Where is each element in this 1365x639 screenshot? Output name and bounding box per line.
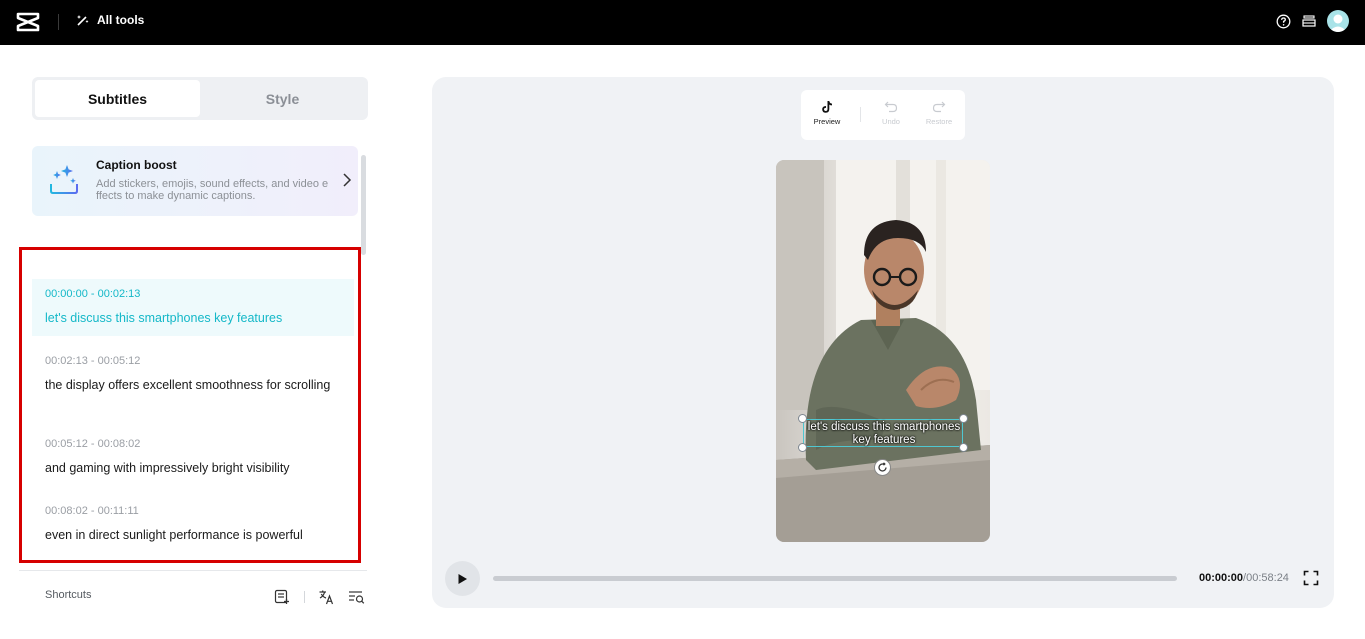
- panel-scrollbar[interactable]: [361, 155, 366, 255]
- resize-handle[interactable]: [798, 414, 807, 423]
- help-icon[interactable]: [1275, 13, 1291, 29]
- segment-time: 00:08:02 - 00:11:11: [45, 505, 139, 517]
- caption-overlay-text[interactable]: let's discuss this smartphones key featu…: [804, 421, 964, 446]
- search-list-icon[interactable]: [347, 588, 365, 606]
- preview-toolbar: Preview Undo Restore: [801, 90, 965, 140]
- translate-icon[interactable]: [317, 588, 335, 606]
- magic-wand-icon: [77, 15, 89, 26]
- playback-progress-bar[interactable]: [493, 576, 1177, 581]
- subtitle-segment[interactable]: 00:08:02 - 00:11:11 even in direct sunli…: [32, 496, 354, 551]
- tab-style[interactable]: Style: [200, 80, 365, 117]
- sparkle-icon: [50, 165, 78, 194]
- video-preview[interactable]: [776, 160, 990, 542]
- resize-handle[interactable]: [959, 443, 968, 452]
- subtitle-list-icon[interactable]: [273, 588, 291, 606]
- segment-time: 00:00:00 - 00:02:13: [45, 288, 141, 300]
- resize-handle[interactable]: [798, 443, 807, 452]
- segment-time: 00:02:13 - 00:05:12: [45, 355, 141, 367]
- rotate-icon: [878, 462, 887, 472]
- preview-label: Preview: [813, 117, 841, 126]
- chevron-right-icon: [343, 173, 352, 187]
- caption-boost-description: Add stickers, emojis, sound effects, and…: [96, 178, 329, 202]
- subtitle-segment[interactable]: 00:02:13 - 00:05:12 the display offers e…: [32, 346, 354, 414]
- shortcuts-link[interactable]: Shortcuts: [45, 589, 91, 601]
- current-time: 00:00:00: [1199, 572, 1244, 584]
- topbar-divider: [58, 14, 59, 30]
- subtitle-segment[interactable]: 00:05:12 - 00:08:02 and gaming with impr…: [32, 429, 354, 484]
- redo-icon: [932, 101, 946, 113]
- caption-boost-card[interactable]: Caption boost Add stickers, emojis, soun…: [32, 146, 358, 216]
- fullscreen-icon[interactable]: [1303, 570, 1319, 586]
- top-bar: All tools: [0, 0, 1365, 45]
- undo-label: Undo: [882, 117, 900, 126]
- bottom-divider: [19, 570, 367, 571]
- rotate-handle[interactable]: [874, 459, 891, 476]
- tiktok-icon: [822, 101, 832, 113]
- caption-boost-title: Caption boost: [96, 158, 177, 172]
- tab-subtitles[interactable]: Subtitles: [35, 80, 200, 117]
- toolbar-separator: [860, 107, 861, 122]
- avatar[interactable]: [1327, 10, 1349, 32]
- playback-time: 00:00:00/00:58:24: [1199, 572, 1289, 584]
- play-button[interactable]: [445, 561, 480, 596]
- segment-text[interactable]: let's discuss this smartphones key featu…: [45, 310, 335, 326]
- undo-button[interactable]: Undo: [871, 100, 911, 126]
- segment-text[interactable]: and gaming with impressively bright visi…: [45, 460, 335, 476]
- restore-label: Restore: [925, 117, 953, 126]
- subtitle-segment[interactable]: 00:00:00 - 00:02:13 let's discuss this s…: [32, 279, 354, 336]
- segment-time: 00:05:12 - 00:08:02: [45, 438, 141, 450]
- stack-icon[interactable]: [1301, 13, 1317, 29]
- preview-button[interactable]: Preview: [807, 100, 847, 126]
- video-frame-image: [776, 160, 990, 542]
- all-tools-button[interactable]: All tools: [76, 13, 144, 27]
- segment-text[interactable]: the display offers excellent smoothness …: [45, 377, 335, 393]
- icon-separator: [304, 591, 305, 603]
- play-icon: [458, 573, 467, 584]
- undo-icon: [884, 101, 898, 113]
- resize-handle[interactable]: [959, 414, 968, 423]
- panel-tabs: Subtitles Style: [32, 77, 368, 120]
- segment-text[interactable]: even in direct sunlight performance is p…: [45, 527, 335, 543]
- capcut-logo-icon[interactable]: [16, 11, 40, 33]
- total-time: 00:58:24: [1246, 572, 1289, 584]
- caption-overlay-box[interactable]: let's discuss this smartphones key featu…: [798, 414, 968, 452]
- restore-button[interactable]: Restore: [919, 100, 959, 126]
- all-tools-label: All tools: [97, 13, 145, 27]
